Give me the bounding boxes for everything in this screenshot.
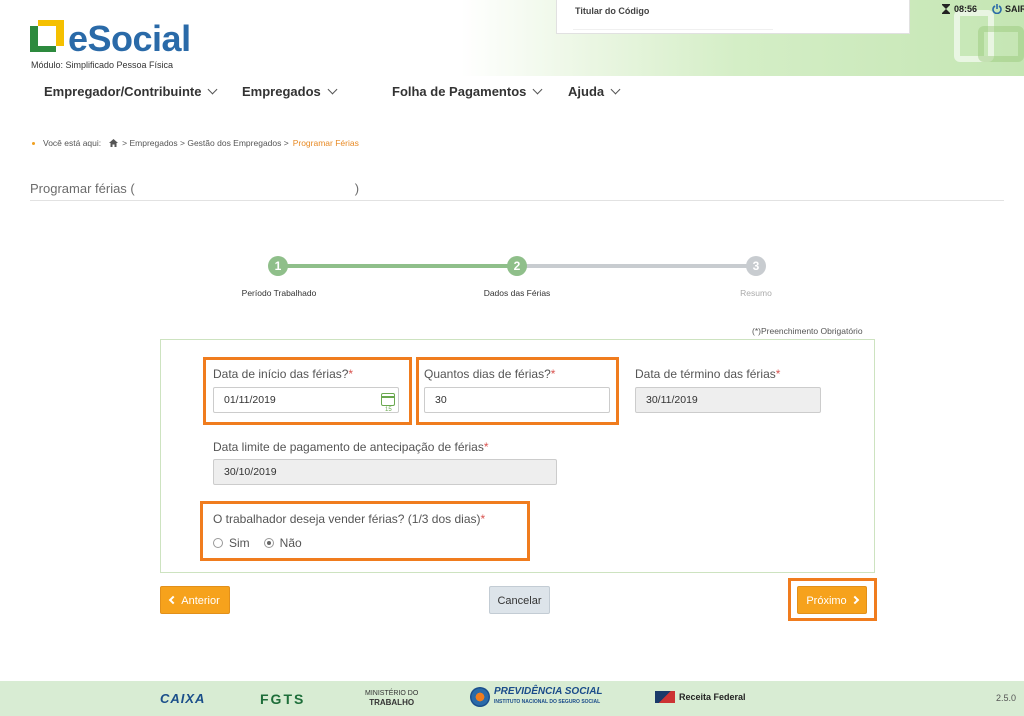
breadcrumb-prefix: Você está aqui: — [43, 138, 102, 148]
divider — [30, 200, 1004, 201]
breadcrumb: Você está aqui: > Empregados > Gestão do… — [32, 138, 359, 148]
days-input[interactable]: 30 — [424, 387, 610, 413]
session-timer: 08:56 — [942, 4, 977, 14]
days-label: Quantos dias de férias?* — [424, 367, 556, 381]
logo-subtitle: Módulo: Simplificado Pessoa Física — [31, 60, 174, 70]
start-date-label: Data de início das férias?* — [213, 367, 354, 381]
nav-label: Ajuda — [568, 84, 605, 99]
nav-empregados[interactable]: Empregados — [242, 84, 338, 99]
nav-ajuda[interactable]: Ajuda — [568, 84, 621, 99]
nav-empregador[interactable]: Empregador/Contribuinte — [44, 84, 218, 99]
esocial-logo[interactable]: eSocial Módulo: Simplificado Pessoa Físi… — [30, 18, 191, 70]
chevron-down-icon — [327, 84, 338, 95]
session-time: 08:56 — [954, 4, 978, 14]
start-date-input[interactable]: 01/11/2019 15 — [213, 387, 399, 413]
app-header: eSocial Módulo: Simplificado Pessoa Físi… — [0, 0, 1024, 76]
main-nav: Empregador/Contribuinte Empregados Folha… — [0, 76, 1024, 106]
ministry-line1: MINISTÉRIO DO — [365, 690, 419, 697]
caixa-logo: CAIXA — [160, 691, 206, 706]
sell-vacation-label: O trabalhador deseja vender férias? (1/3… — [213, 512, 486, 526]
home-icon[interactable] — [109, 139, 119, 147]
nav-label: Empregador/Contribuinte — [44, 84, 202, 99]
step-connector-done — [280, 264, 518, 268]
step-2-label: Dados das Férias — [483, 288, 551, 298]
next-label: Próximo — [806, 595, 847, 607]
power-icon — [992, 4, 1002, 14]
step-1-circle: 1 — [268, 256, 288, 276]
end-date-label: Data de término das férias* — [635, 367, 781, 381]
next-button[interactable]: Próximo — [797, 586, 867, 614]
titular-value — [573, 16, 773, 30]
chevron-right-icon — [850, 595, 859, 605]
previous-button[interactable]: Anterior — [160, 586, 230, 614]
step-2-circle: 2 — [507, 256, 527, 276]
previdencia-icon — [470, 687, 490, 707]
logout-label: SAIR — [1005, 4, 1024, 14]
decorative-square — [978, 26, 1024, 62]
logo-text: eSocial — [68, 18, 191, 59]
page-title-text: Programar férias ( — [30, 181, 135, 196]
step-connector-pending — [518, 264, 756, 268]
fgts-logo: FGTS — [260, 691, 306, 707]
hourglass-icon — [942, 4, 950, 14]
radio-nao[interactable] — [263, 538, 274, 548]
version-label: 2.5.0 — [996, 693, 1017, 703]
step-3-label: Resumo — [740, 288, 772, 298]
chevron-left-icon — [168, 595, 178, 605]
previdencia-logo: PREVIDÊNCIA SOCIAL INSTITUTO NACIONAL DO… — [470, 687, 603, 707]
start-date-value: 01/11/2019 — [224, 394, 276, 406]
cancel-button[interactable]: Cancelar — [489, 586, 550, 614]
receita-icon — [655, 691, 675, 703]
nav-folha[interactable]: Folha de Pagamentos — [392, 84, 543, 99]
ministry-logo: MINISTÉRIO DO TRABALHO — [365, 689, 418, 708]
radio-sim-label[interactable]: Sim — [229, 536, 250, 550]
titular-panel: Titular do Código — [556, 0, 910, 34]
page-title-close: ) — [354, 181, 360, 196]
highlight-box — [200, 501, 530, 561]
payment-limit-label: Data limite de pagamento de antecipação … — [213, 440, 489, 454]
bullet-icon — [32, 141, 35, 145]
breadcrumb-current: Programar Férias — [292, 138, 359, 148]
chevron-down-icon — [208, 84, 218, 95]
receita-text: Receita Federal — [679, 692, 746, 702]
nav-label: Folha de Pagamentos — [392, 84, 527, 99]
esocial-logo-icon — [30, 20, 64, 52]
footer: CAIXA FGTS MINISTÉRIO DO TRABALHO PREVID… — [0, 681, 1024, 716]
radio-sim[interactable] — [213, 538, 223, 548]
page-title: Programar férias ( ) — [30, 181, 359, 196]
logout-button[interactable]: SAIR — [992, 4, 1024, 14]
required-note: (*)Preenchimento Obrigatório — [752, 326, 863, 336]
step-1-label: Período Trabalhado — [241, 288, 317, 298]
chevron-down-icon — [610, 84, 621, 95]
employee-name — [135, 181, 355, 196]
previdencia-text: PREVIDÊNCIA SOCIAL INSTITUTO NACIONAL DO… — [494, 686, 603, 706]
sell-vacation-radio-group: Sim Não — [213, 536, 302, 550]
breadcrumb-path[interactable]: > Empregados > Gestão dos Empregados > — [122, 138, 289, 148]
nav-label: Empregados — [242, 84, 321, 99]
payment-limit-input: 30/10/2019 — [213, 459, 557, 485]
receita-logo: Receita Federal — [655, 691, 746, 703]
titular-label: Titular do Código — [575, 6, 650, 16]
ministry-line2: TRABALHO — [369, 698, 415, 707]
step-3-circle: 3 — [746, 256, 766, 276]
chevron-down-icon — [532, 84, 543, 95]
calendar-icon[interactable]: 15 — [381, 393, 395, 413]
end-date-input: 30/11/2019 — [635, 387, 821, 413]
radio-nao-label[interactable]: Não — [280, 536, 302, 550]
previous-label: Anterior — [181, 595, 220, 607]
